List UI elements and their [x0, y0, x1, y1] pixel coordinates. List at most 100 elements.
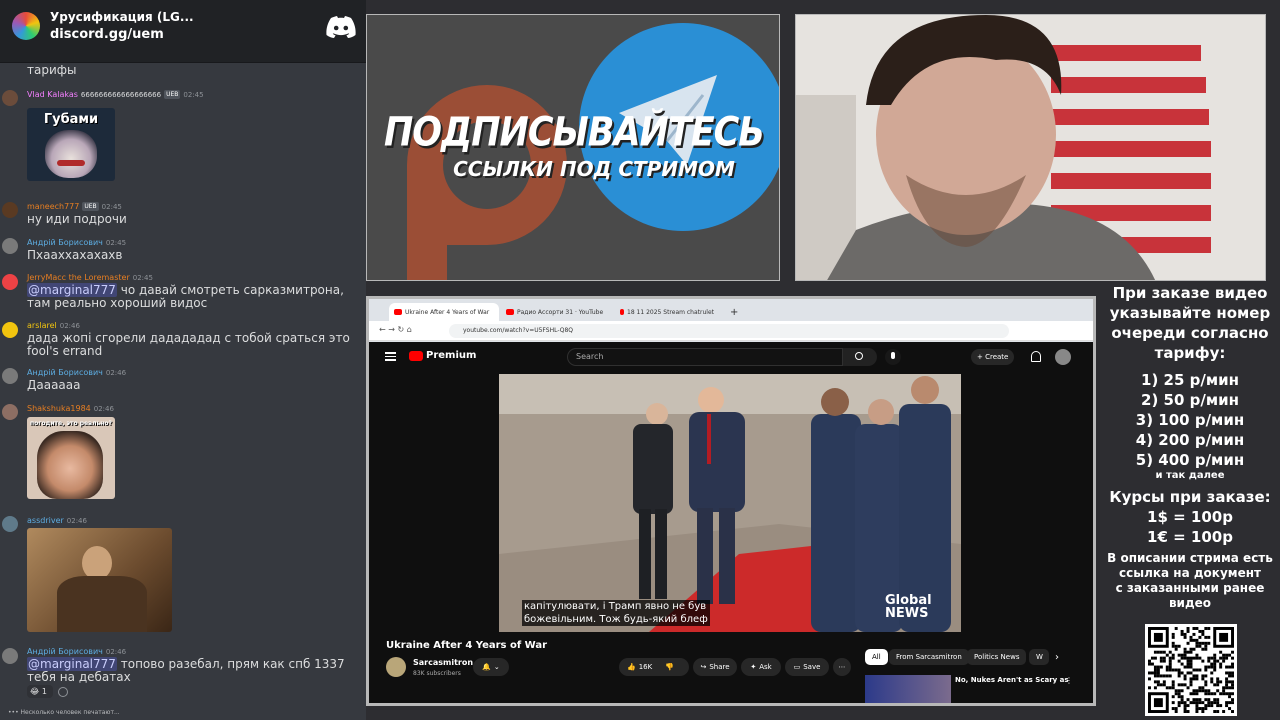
desc-line: видео	[1168, 596, 1212, 610]
user-avatar[interactable]	[2, 90, 18, 106]
recommended-title[interactable]: No, Nukes Aren't as Scary as	[955, 676, 1069, 684]
message-header: maneech777 UEB 02:45	[27, 202, 122, 211]
save-button[interactable]: ▭ Save	[785, 658, 829, 676]
qr-code-icon	[1148, 627, 1234, 713]
promo-title: ПОДПИСЫВАЙТЕСЬ	[384, 110, 765, 156]
mic-icon[interactable]	[885, 349, 901, 365]
rate-usd: 1$ = 100р	[1147, 508, 1233, 526]
nav-buttons-icon[interactable]: ← → ↻ ⌂	[379, 325, 412, 334]
message-text: Пхааххахахахв	[27, 248, 123, 262]
add-reaction-icon[interactable]	[58, 687, 68, 697]
user-avatar[interactable]	[2, 516, 18, 532]
username[interactable]: Shakshuka1984	[27, 404, 91, 413]
thumbs-down-icon[interactable]: 👎	[665, 663, 674, 671]
share-button[interactable]: ↪ Share	[693, 658, 737, 676]
youtube-topbar: Premium Search + Create	[369, 342, 1093, 372]
image-caption: Губами	[43, 112, 99, 127]
rate-eur: 1€ = 100р	[1147, 528, 1233, 546]
timestamp: 02:46	[105, 647, 127, 656]
message-header: Андрій Борисович 02:46	[27, 368, 126, 377]
meme-image[interactable]: Губами	[27, 108, 115, 181]
video-watermark: Global NEWS	[885, 594, 932, 620]
chip-all[interactable]: All	[865, 649, 888, 665]
server-icon[interactable]	[12, 12, 40, 40]
tier-line: 3) 100 р/мин	[1135, 411, 1245, 429]
username[interactable]: assdriver	[27, 516, 64, 525]
browser-window: Ukraine After 4 Years of War Радио Ассор…	[366, 296, 1096, 706]
youtube-logo[interactable]: Premium	[409, 350, 476, 361]
message-text: @marginal777 топово разебал, прям как сп…	[27, 657, 365, 684]
chip-politics-news[interactable]: Politics News	[967, 649, 1027, 665]
username[interactable]: JerryMacc the Loremaster	[27, 273, 130, 282]
rates-title: Курсы при заказе:	[1109, 488, 1271, 506]
server-invite[interactable]: discord.gg/uem	[50, 27, 164, 42]
search-input[interactable]: Search	[567, 348, 843, 366]
user-mention[interactable]: @marginal777	[27, 657, 117, 671]
username[interactable]: maneech777	[27, 202, 79, 211]
tab-radio[interactable]: Радио Ассорти 31 · YouTube	[501, 303, 613, 321]
typing-indicator: ••• Несколько человек печатают...	[8, 709, 120, 716]
username[interactable]: Андрій Борисович	[27, 647, 103, 656]
tab-video[interactable]: Ukraine After 4 Years of War	[389, 303, 499, 321]
chat-message: Андрій Борисович 02:46 @marginal777 топо…	[0, 646, 366, 701]
message-header: arslarel 02:46	[27, 321, 80, 330]
create-label: Create	[985, 353, 1009, 361]
avatar[interactable]	[1055, 349, 1071, 365]
timestamp: 02:46	[66, 516, 87, 525]
recommended-thumbnail[interactable]	[865, 675, 951, 703]
meme-image[interactable]: погодите, это реально?	[27, 417, 115, 499]
username[interactable]: Андрій Борисович	[27, 238, 103, 247]
server-name: Урусификация (LG...	[50, 10, 194, 24]
search-button[interactable]	[843, 348, 877, 366]
timestamp: 02:45	[105, 238, 127, 247]
user-mention[interactable]: @marginal777	[27, 283, 117, 297]
url-field[interactable]: youtube.com/watch?v=U5FSHL-Q8Q	[449, 324, 1009, 338]
logo-text: Premium	[426, 350, 477, 361]
typing-text: Несколько человек печатают...	[20, 709, 120, 716]
more-actions-icon[interactable]: ⋯	[833, 658, 851, 676]
tier-line: 2) 50 р/мин	[1141, 391, 1239, 409]
promo-banner: ПОДПИСЫВАЙТЕСЬ ССЫЛКИ ПОД СТРИМОМ	[366, 14, 780, 281]
kebab-menu-icon[interactable]: ⋮	[1065, 676, 1073, 685]
image-caption: погодите, это реально?	[29, 420, 113, 427]
user-avatar[interactable]	[2, 274, 18, 290]
tab-stream[interactable]: 18 11 2025 Stream chatrulet	[615, 303, 719, 321]
ask-button[interactable]: ✦ Ask	[741, 658, 781, 676]
discord-logo-icon	[326, 16, 356, 38]
reaction-chip[interactable]: 😂 1	[27, 685, 53, 698]
menu-icon[interactable]	[385, 352, 396, 361]
youtube-favicon-icon	[394, 309, 402, 315]
bell-icon: 🔔	[482, 663, 491, 671]
user-avatar[interactable]	[2, 322, 18, 338]
sepia-photo[interactable]	[27, 528, 172, 632]
user-avatar[interactable]	[2, 404, 18, 420]
chip-from-channel[interactable]: From Sarcasmitron	[889, 649, 969, 665]
user-avatar[interactable]	[2, 648, 18, 664]
timestamp: 02:45	[132, 273, 153, 282]
username[interactable]: Vlad Kalakas	[27, 90, 78, 99]
username[interactable]: Андрій Борисович	[27, 368, 103, 377]
stream-overlay: Урусификация (LG... discord.gg/uem тариф…	[0, 0, 1280, 720]
create-button[interactable]: + Create	[971, 349, 1015, 365]
info-line: указывайте номер	[1109, 304, 1271, 322]
bell-icon[interactable]	[1031, 351, 1041, 362]
user-avatar[interactable]	[2, 202, 18, 218]
address-bar: ← → ↻ ⌂ youtube.com/watch?v=U5FSHL-Q8Q	[369, 321, 1093, 341]
ask-label: Ask	[759, 663, 772, 671]
channel-name[interactable]: Sarcasmitron	[413, 658, 473, 667]
channel-avatar[interactable]	[386, 657, 406, 677]
notifications-button[interactable]: 🔔 ⌄	[473, 658, 509, 676]
user-avatar[interactable]	[2, 238, 18, 254]
chevron-right-icon[interactable]: ›	[1055, 652, 1059, 663]
timestamp: 02:46	[59, 321, 80, 330]
username[interactable]: arslarel	[27, 321, 57, 330]
chat-message: JerryMacc the Loremaster 02:45 @marginal…	[0, 272, 366, 316]
like-button[interactable]: 👍 16K 👎	[619, 658, 689, 676]
webcam-scene	[796, 15, 1265, 280]
tab-label: Ukraine After 4 Years of War	[405, 308, 490, 316]
user-avatar[interactable]	[2, 368, 18, 384]
new-tab-button[interactable]: +	[725, 303, 739, 321]
chip-more[interactable]: W	[1029, 649, 1049, 665]
timestamp: 02:46	[105, 368, 127, 377]
video-player[interactable]: капітулювати, і Трамп явно не був божевіл…	[499, 374, 961, 632]
